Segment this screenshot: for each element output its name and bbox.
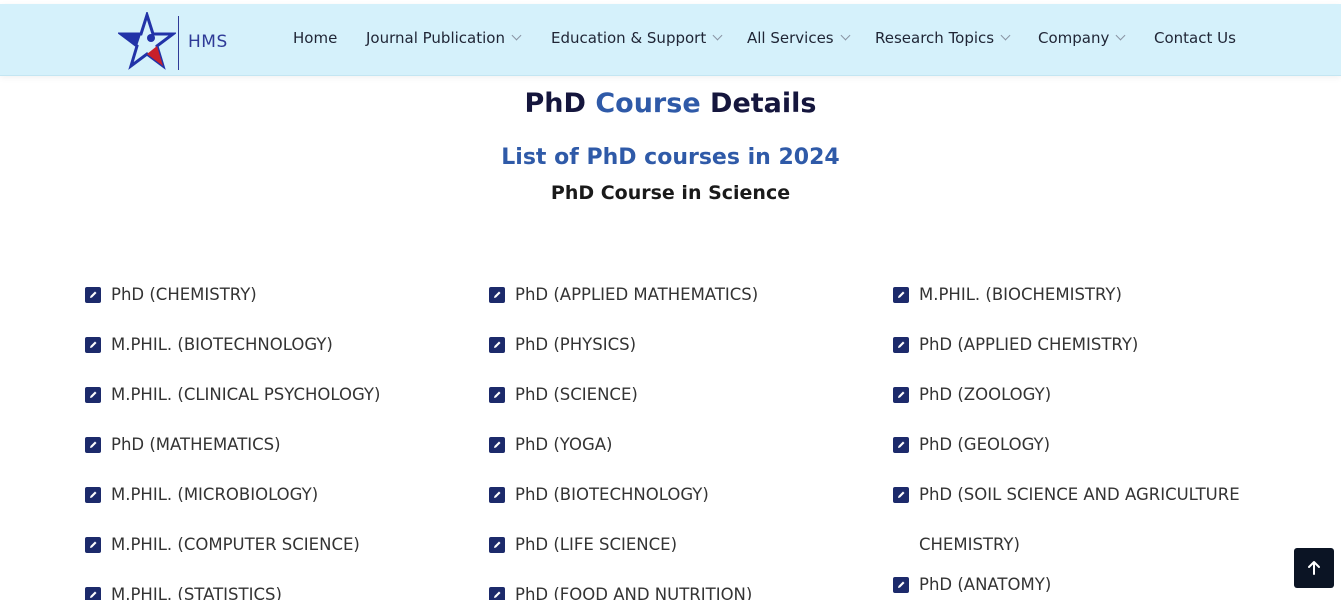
nav-label: Research Topics [875,29,995,47]
list-item: M.PHIL. (COMPUTER SCIENCE) [85,530,475,580]
list-item: PhD (APPLIED CHEMISTRY) [893,330,1273,380]
list-item: M.PHIL. (CLINICAL PSYCHOLOGY) [85,380,475,430]
edit-icon [893,487,909,503]
edit-icon [85,587,101,600]
nav-label: Contact Us [1154,29,1236,47]
course-label: M.PHIL. (BIOCHEMISTRY) [919,285,1122,304]
edit-icon [489,537,505,553]
course-column-2: PhD (APPLIED MATHEMATICS) PhD (PHYSICS) … [489,280,879,600]
course-label: M.PHIL. (COMPUTER SCIENCE) [111,535,360,554]
list-item: M.PHIL. (MICROBIOLOGY) [85,480,475,530]
course-label: M.PHIL. (STATISTICS) [111,585,282,600]
list-item: M.PHIL. (BIOCHEMISTRY) [893,280,1273,330]
list-item: PhD (BIOTECHNOLOGY) [489,480,879,530]
list-item: PhD (PHYSICS) [489,330,879,380]
edit-icon [893,337,909,353]
list-item: PhD (FOOD AND NUTRITION) [489,580,879,600]
course-label: PhD (YOGA) [515,435,613,454]
list-item: PhD (CHEMISTRY) [85,280,475,330]
list-item: PhD (APPLIED MATHEMATICS) [489,280,879,330]
edit-icon [893,577,909,593]
main-nav: Home Journal Publication Education & Sup… [0,4,1341,76]
nav-label: Education & Support [551,29,707,47]
course-label: PhD (MATHEMATICS) [111,435,281,454]
course-column-3: M.PHIL. (BIOCHEMISTRY) PhD (APPLIED CHEM… [893,280,1273,600]
course-label: PhD (ANATOMY) [919,575,1052,594]
edit-icon [489,487,505,503]
page-title: PhD Course Details [0,88,1341,119]
edit-icon [489,437,505,453]
chevron-down-icon [712,30,723,41]
title-accent: Course [595,88,701,119]
course-label: PhD (APPLIED MATHEMATICS) [515,285,759,304]
chevron-down-icon [1115,30,1126,41]
edit-icon [893,387,909,403]
edit-icon [85,387,101,403]
course-label: PhD (SCIENCE) [515,385,638,404]
list-item: PhD (MATHEMATICS) [85,430,475,480]
edit-icon [85,287,101,303]
section-heading: PhD Course in Science [550,182,791,204]
nav-label: Company [1038,29,1110,47]
course-column-1: PhD (CHEMISTRY) M.PHIL. (BIOTECHNOLOGY) … [85,280,475,600]
course-label: PhD (BIOTECHNOLOGY) [515,485,709,504]
edit-icon [489,587,505,600]
courses-subtitle: List of PhD courses in 2024 [501,145,840,170]
course-label: M.PHIL. (BIOTECHNOLOGY) [111,335,333,354]
course-label: PhD (LIFE SCIENCE) [515,535,678,554]
nav-home[interactable]: Home [293,26,337,50]
list-item: PhD (SOIL SCIENCE AND AGRICULTURE CHEMIS… [863,470,1273,570]
list-item: PhD (LIFE SCIENCE) [489,530,879,580]
list-item: M.PHIL. (STATISTICS) [85,580,475,600]
course-label: PhD (GEOLOGY) [919,435,1051,454]
edit-icon [85,337,101,353]
list-item: M.PHIL. (BIOTECHNOLOGY) [85,330,475,380]
site-header: HMS Home Journal Publication Education &… [0,4,1341,76]
list-item: PhD (YOGA) [489,430,879,480]
list-item: PhD (ANATOMY) [893,570,1273,600]
nav-research-topics[interactable]: Research Topics [875,26,1011,50]
course-label: M.PHIL. (MICROBIOLOGY) [111,485,319,504]
edit-icon [489,337,505,353]
edit-icon [85,487,101,503]
nav-all-services[interactable]: All Services [747,26,851,50]
nav-label: Home [293,29,338,47]
course-label: PhD (ZOOLOGY) [919,385,1052,404]
chevron-down-icon [1000,30,1011,41]
course-label: PhD (APPLIED CHEMISTRY) [919,335,1139,354]
chevron-down-icon [840,30,851,41]
course-label: M.PHIL. (CLINICAL PSYCHOLOGY) [111,385,381,404]
nav-company[interactable]: Company [1038,26,1126,50]
title-part: Details [710,88,817,119]
list-item: PhD (SCIENCE) [489,380,879,430]
nav-label: All Services [747,29,834,47]
course-label: PhD (PHYSICS) [515,335,637,354]
title-part: PhD [524,88,586,119]
nav-journal-publication[interactable]: Journal Publication [366,26,522,50]
edit-icon [85,537,101,553]
chevron-down-icon [511,30,522,41]
nav-contact-us[interactable]: Contact Us [1154,26,1236,50]
course-label: PhD (SOIL SCIENCE AND AGRICULTURE CHEMIS… [919,485,1240,554]
course-label: PhD (FOOD AND NUTRITION) [515,585,753,600]
nav-education-support[interactable]: Education & Support [551,26,723,50]
edit-icon [893,437,909,453]
edit-icon [489,387,505,403]
back-to-top-button[interactable] [1294,548,1334,588]
edit-icon [85,437,101,453]
nav-label: Journal Publication [366,29,505,47]
arrow-up-icon [1308,561,1320,575]
course-label: PhD (CHEMISTRY) [111,285,257,304]
edit-icon [893,287,909,303]
edit-icon [489,287,505,303]
list-item: PhD (ZOOLOGY) [893,380,1273,430]
